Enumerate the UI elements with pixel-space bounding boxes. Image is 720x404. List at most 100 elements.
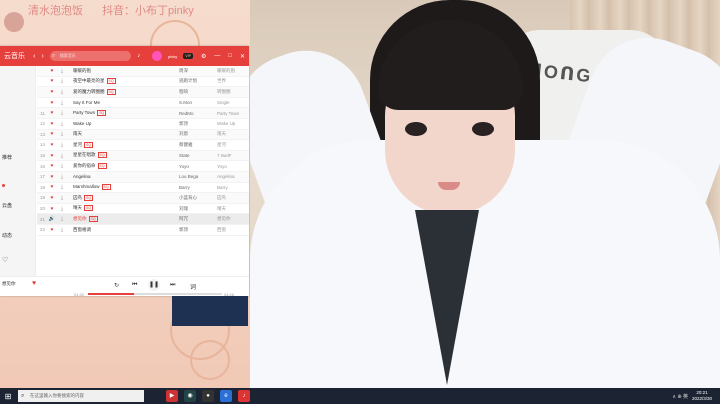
song-artist[interactable]: 郭顶 xyxy=(179,121,217,127)
lyrics-icon[interactable]: 词 xyxy=(190,282,196,291)
song-album[interactable]: Party Town xyxy=(217,111,249,116)
song-album[interactable]: Barry xyxy=(217,185,249,190)
song-artist[interactable]: Yoyo xyxy=(179,164,217,169)
like-heart-icon[interactable]: ♥ xyxy=(47,142,57,148)
previous-icon[interactable]: ⏮ xyxy=(132,282,137,289)
song-row[interactable]: 20 ♥ ⤓ 晴天 SQ 刘瑞 晴天 xyxy=(37,204,249,215)
song-album[interactable]: 暖暖的抱 xyxy=(217,68,249,74)
like-heart-icon[interactable]: ♥ xyxy=(47,163,57,169)
song-artist[interactable]: 蔡健雅 xyxy=(179,142,217,148)
song-row[interactable]: 12 ♥ ⤓ Wake Up 郭顶 Wake Up xyxy=(37,119,249,130)
close-icon[interactable]: ✕ xyxy=(240,53,245,60)
sidebar-item[interactable]: 云盘 xyxy=(2,202,12,209)
like-heart-icon[interactable]: ♥ xyxy=(47,78,57,84)
next-icon[interactable]: ⏭ xyxy=(170,282,175,289)
download-icon[interactable]: ⤓ xyxy=(57,68,67,74)
song-row[interactable]: 14 ♥ ⤓ 星河 SQ 蔡健雅 星河 xyxy=(37,140,249,151)
song-artist[interactable]: 刘瑞 xyxy=(179,206,217,212)
song-album[interactable]: 星河 xyxy=(217,142,249,148)
like-heart-icon[interactable]: ♥ xyxy=(47,195,57,201)
like-heart-icon[interactable]: ♥ xyxy=(47,131,57,137)
song-album[interactable]: Angelina xyxy=(217,174,249,179)
download-icon[interactable]: ⤓ xyxy=(57,121,67,127)
song-artist[interactable]: RedMo xyxy=(179,111,217,116)
app-icon-steam[interactable]: ◉ xyxy=(184,390,196,402)
app-icon-video[interactable]: ▶ xyxy=(166,390,178,402)
song-album[interactable]: Yoyo xyxy=(217,164,249,169)
download-icon[interactable]: ⤓ xyxy=(57,227,67,233)
song-artist[interactable]: 小蓝背心 xyxy=(179,195,217,201)
song-artist[interactable]: 周深 xyxy=(179,68,217,74)
song-row[interactable]: 15 ♥ ⤓ 星星在唱歌 SQ State 7 twelF xyxy=(37,150,249,162)
mic-icon[interactable]: ♪ xyxy=(137,53,140,59)
like-heart-icon[interactable]: ♥ xyxy=(47,206,57,212)
song-row[interactable]: ♥ ⤓ Say It For Me S.Mon Single xyxy=(37,98,249,109)
song-album[interactable]: 囚鸟 xyxy=(217,195,249,201)
like-heart-icon[interactable]: ♥ xyxy=(32,280,36,287)
download-icon[interactable]: ⤓ xyxy=(57,142,67,148)
song-artist[interactable]: S.Mon xyxy=(179,100,217,105)
song-album[interactable]: 世界 xyxy=(217,78,249,84)
song-artist[interactable]: 刘恩 xyxy=(179,131,217,137)
download-icon[interactable]: ⤓ xyxy=(57,174,67,180)
loop-icon[interactable]: ↻ xyxy=(114,282,119,289)
song-artist[interactable]: 程响 xyxy=(179,89,217,95)
song-album[interactable]: 想见你 xyxy=(217,216,249,222)
progress-slider[interactable] xyxy=(88,293,222,295)
song-artist[interactable]: 郭顶 xyxy=(179,227,217,233)
song-row[interactable]: 11 ♥ ⤓ Party Town SQ RedMo Party Town xyxy=(37,108,249,119)
user-avatar[interactable] xyxy=(152,51,162,61)
system-tray[interactable]: ∧ ⊕ 英 xyxy=(672,393,688,400)
heart-outline-icon[interactable]: ♡ xyxy=(2,256,8,264)
song-row[interactable]: ♥ ⤓ 爱的魔力转圈圈 SQ 程响 转圈圈 xyxy=(37,87,249,98)
taskbar-clock[interactable]: 20:21 2022/3/30 xyxy=(692,390,712,402)
app-icon-obs[interactable]: ● xyxy=(202,390,214,402)
song-artist[interactable]: 阿冗 xyxy=(179,216,217,222)
like-heart-icon[interactable]: ♥ xyxy=(47,184,57,190)
like-heart-icon[interactable]: ♥ xyxy=(47,174,57,180)
song-row[interactable]: 18 ♥ ⤓ Marshmallow SQ Barry Barry xyxy=(37,183,249,194)
user-name[interactable]: pinky xyxy=(168,54,177,59)
windows-start-icon[interactable]: ⊞ xyxy=(0,388,16,404)
like-heart-icon[interactable]: ♥ xyxy=(47,68,57,74)
song-row[interactable]: 21 🔊 ⤓ 想见你 SQ 阿冗 想见你 xyxy=(37,214,249,225)
like-heart-icon[interactable]: ♥ xyxy=(47,153,57,159)
download-icon[interactable]: ⤓ xyxy=(57,110,67,116)
pause-button[interactable]: ❚❚ xyxy=(148,279,160,291)
back-icon[interactable]: ‹ xyxy=(33,53,35,60)
sidebar-item[interactable]: 动态 xyxy=(2,232,12,239)
song-artist[interactable]: State xyxy=(179,153,217,158)
download-icon[interactable]: ⤓ xyxy=(57,78,67,84)
song-album[interactable]: 雨天 xyxy=(217,131,249,137)
song-album[interactable]: 西窗 xyxy=(217,227,249,233)
like-heart-icon[interactable]: ♥ xyxy=(47,100,57,106)
settings-icon[interactable]: ⚙ xyxy=(201,53,206,60)
taskbar-search-input[interactable]: 在这里输入你要搜索的内容 xyxy=(18,390,144,402)
app-icon-music[interactable]: ♪ xyxy=(238,390,250,402)
like-heart-icon[interactable]: ♥ xyxy=(47,110,57,116)
song-album[interactable]: Single xyxy=(217,100,249,105)
like-heart-icon[interactable]: 🔊 xyxy=(47,216,57,222)
download-icon[interactable]: ⤓ xyxy=(57,184,67,190)
song-artist[interactable]: Barry xyxy=(179,185,217,190)
song-row[interactable]: 16 ♥ ⤓ 爱你的宿命 SQ Yoyo Yoyo xyxy=(37,161,249,172)
download-icon[interactable]: ⤓ xyxy=(57,131,67,137)
song-album[interactable]: 晴天 xyxy=(217,206,249,212)
maximize-icon[interactable]: □ xyxy=(228,53,232,59)
download-icon[interactable]: ⤓ xyxy=(57,163,67,169)
song-row[interactable]: 17 ♥ ⤓ Angelina Lou Bega Angelina xyxy=(37,171,249,183)
song-artist[interactable]: Lou Bega xyxy=(179,174,217,179)
song-album[interactable]: 转圈圈 xyxy=(217,89,249,95)
song-album[interactable]: Wake Up xyxy=(217,121,249,126)
music-player-window[interactable]: 云音乐 ‹ › 搜索音乐 ♪ pinky VIP ⚙ — □ ✕ 推荐 云盘 动… xyxy=(0,46,249,297)
song-row[interactable]: 19 ♥ ⤓ 囚鸟 SQ 小蓝背心 囚鸟 xyxy=(37,193,249,204)
download-icon[interactable]: ⤓ xyxy=(57,216,67,222)
minimize-icon[interactable]: — xyxy=(214,53,220,59)
like-heart-icon[interactable]: ♥ xyxy=(47,121,57,127)
vip-badge[interactable]: VIP xyxy=(183,53,193,59)
app-icon-browser[interactable]: e xyxy=(220,390,232,402)
download-icon[interactable]: ⤓ xyxy=(57,206,67,212)
download-icon[interactable]: ⤓ xyxy=(57,153,67,159)
download-icon[interactable]: ⤓ xyxy=(57,100,67,106)
download-icon[interactable]: ⤓ xyxy=(57,195,67,201)
